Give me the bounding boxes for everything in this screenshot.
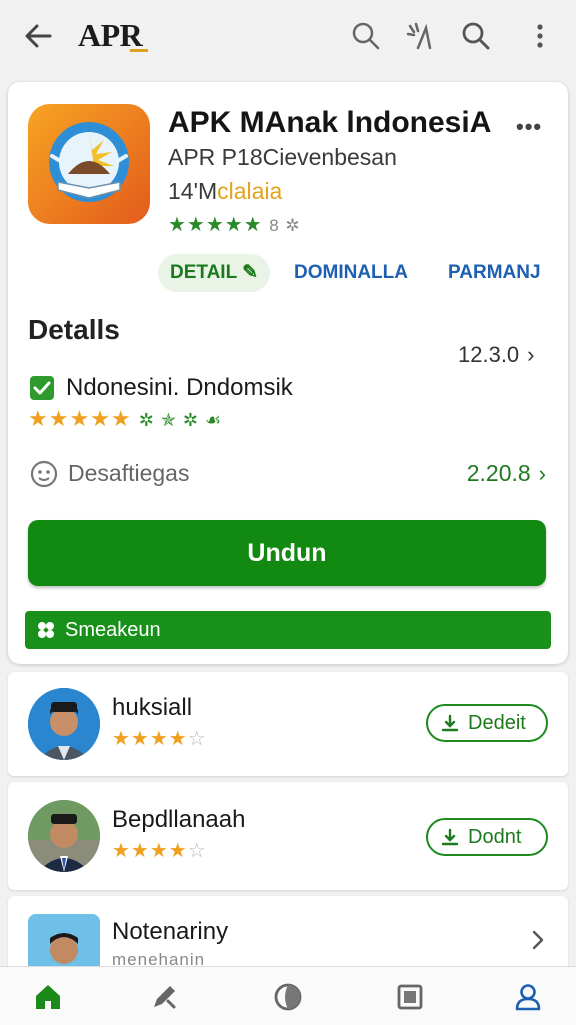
list-item-title: huksiall: [112, 694, 193, 721]
more-vert-icon[interactable]: [524, 20, 556, 52]
list-item-rating: ★★★★☆: [112, 840, 207, 862]
search-icon[interactable]: [460, 20, 492, 52]
list-item[interactable]: huksiall ★★★★☆ Dedeit: [8, 672, 568, 776]
more-options-icon[interactable]: •••: [516, 114, 542, 140]
list-item[interactable]: Bepdllanaah ★★★★☆ Dodnt: [8, 782, 568, 890]
app-name: APK MAnak lndonesiA: [168, 106, 492, 139]
secondary-value: 2.20.8 ›: [466, 460, 546, 486]
list-item-rating: ★★★★☆: [112, 728, 207, 750]
list-item-title: Notenariny: [112, 918, 229, 945]
developer-name[interactable]: APR P18Cievenbesan: [168, 144, 397, 171]
discover-icon[interactable]: [272, 981, 304, 1013]
download-icon: [441, 828, 459, 846]
version-row[interactable]: 12.3.0 ›: [458, 342, 535, 368]
share-bar-button[interactable]: Smeakeun: [25, 611, 551, 649]
search-icon[interactable]: [350, 20, 382, 52]
tab-dominalla[interactable]: DOMINALLA: [294, 254, 408, 292]
clover-icon: [38, 622, 54, 638]
section-title: Detalls: [28, 314, 120, 345]
tab-bar: DETAIL ✎ DOMINALLA PARMANJ: [158, 254, 558, 294]
app-category: 14'Mclalaia: [168, 178, 283, 204]
app-icon: [28, 104, 150, 224]
tab-parmanj[interactable]: PARMANJ: [448, 254, 541, 292]
edit-icon[interactable]: [148, 981, 180, 1013]
download-button[interactable]: Dodnt: [426, 818, 548, 856]
page-title: APR: [78, 17, 148, 54]
install-button[interactable]: Undun: [28, 520, 546, 586]
home-icon[interactable]: [32, 981, 64, 1013]
feature-label: Ndonesini. Dndomsik: [66, 374, 293, 401]
chevron-right-icon[interactable]: [528, 928, 548, 952]
list-item[interactable]: Notenariny menehanin: [8, 896, 568, 976]
download-icon: [441, 714, 459, 732]
avatar: [28, 800, 100, 872]
avatar: [28, 688, 100, 760]
back-arrow-icon[interactable]: [20, 18, 56, 54]
share-icon[interactable]: [404, 20, 436, 52]
download-button[interactable]: Dedeit: [426, 704, 548, 742]
chevron-right-icon: ›: [538, 461, 546, 486]
edit-icon: ✎: [242, 262, 259, 283]
top-app-bar: APR: [0, 0, 576, 72]
secondary-row[interactable]: Desaftiegas 2.20.8 ›: [28, 458, 548, 492]
tab-detail[interactable]: DETAIL ✎: [158, 254, 271, 292]
library-icon[interactable]: [394, 981, 426, 1013]
secondary-label: Desaftiegas: [68, 460, 190, 486]
app-details-card: APK MAnak lndonesiA ••• APR P18Cievenbes…: [8, 82, 568, 664]
feature-rating: ★★★★★ ✲ ✯ ✲ ☙: [28, 406, 223, 431]
face-icon: [30, 460, 58, 488]
profile-icon[interactable]: [512, 981, 544, 1013]
chevron-right-icon: ›: [527, 342, 535, 367]
app-rating: ★★★★★ 8 ✲: [168, 214, 301, 236]
bottom-navigation: [0, 966, 576, 1025]
list-item-title: Bepdllanaah: [112, 806, 246, 833]
checkbox[interactable]: [30, 376, 54, 400]
